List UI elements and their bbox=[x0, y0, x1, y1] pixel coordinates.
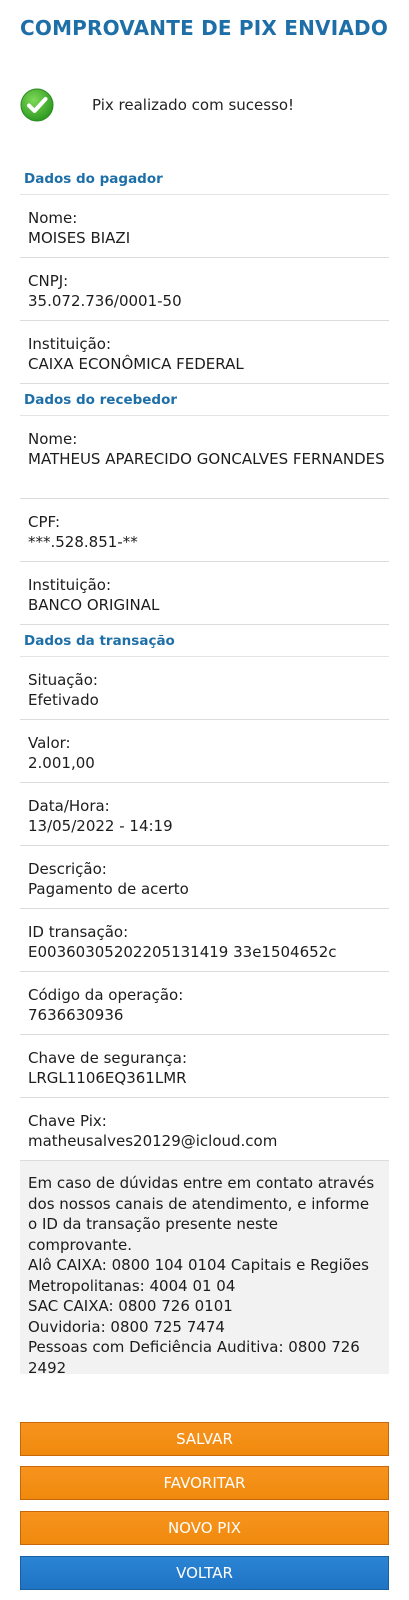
field-value: matheusalves20129@icloud.com bbox=[28, 1132, 278, 1150]
field-pagador-nome: Nome: MOISES BIAZI bbox=[20, 195, 389, 258]
field-label: Data/Hora: bbox=[28, 797, 110, 815]
info-line-acessibilidade: Pessoas com Deficiência Auditiva: 0800 7… bbox=[28, 1338, 360, 1377]
page-title: COMPROVANTE DE PIX ENVIADO bbox=[20, 16, 389, 40]
field-recebedor-instituicao: Instituição: BANCO ORIGINAL bbox=[20, 562, 389, 625]
field-descricao: Descrição: Pagamento de acerto bbox=[20, 846, 389, 909]
field-label: Nome: bbox=[28, 430, 78, 448]
field-pagador-instituicao: Instituição: CAIXA ECONÔMICA FEDERAL bbox=[20, 321, 389, 384]
field-chave-pix: Chave Pix: matheusalves20129@icloud.com bbox=[20, 1098, 389, 1161]
info-box: Em caso de dúvidas entre em contato atra… bbox=[20, 1161, 389, 1377]
field-value: BANCO ORIGINAL bbox=[28, 596, 160, 614]
field-value: 7636630936 bbox=[28, 1006, 124, 1024]
field-label: CPF: bbox=[28, 513, 61, 531]
field-pagador-cnpj: CNPJ: 35.072.736/0001-50 bbox=[20, 258, 389, 321]
field-value: 13/05/2022 - 14:19 bbox=[28, 817, 173, 835]
check-circle-icon bbox=[20, 88, 54, 122]
field-label: Instituição: bbox=[28, 335, 112, 353]
field-label: CNPJ: bbox=[28, 272, 69, 290]
favorite-button[interactable]: FAVORITAR bbox=[20, 1466, 389, 1500]
field-recebedor-nome: Nome: MATHEUS APARECIDO GONCALVES FERNAN… bbox=[20, 416, 389, 499]
field-value: ***.528.851-** bbox=[28, 533, 138, 551]
field-value: MATHEUS APARECIDO GONCALVES FERNANDES bbox=[28, 450, 385, 468]
field-value: Efetivado bbox=[28, 691, 99, 709]
field-label: Valor: bbox=[28, 734, 71, 752]
success-message-row: Pix realizado com sucesso! bbox=[20, 88, 294, 122]
field-label: Nome: bbox=[28, 209, 78, 227]
section-title-pagador: Dados do pagador bbox=[20, 163, 389, 195]
field-label: Chave de segurança: bbox=[28, 1049, 187, 1067]
field-label: Descrição: bbox=[28, 860, 107, 878]
field-value: CAIXA ECONÔMICA FEDERAL bbox=[28, 355, 244, 373]
field-value: 2.001,00 bbox=[28, 754, 95, 772]
field-value: E00360305202205131419 33e1504652c bbox=[28, 943, 337, 961]
info-line-alo-caixa: Alô CAIXA: 0800 104 0104 Capitais e Regi… bbox=[28, 1256, 369, 1295]
field-id-transacao: ID transação: E00360305202205131419 33e1… bbox=[20, 909, 389, 972]
info-line-ouvidoria: Ouvidoria: 0800 725 7474 bbox=[28, 1317, 225, 1336]
field-codigo-operacao: Código da operação: 7636630936 bbox=[20, 972, 389, 1035]
field-situacao: Situação: Efetivado bbox=[20, 657, 389, 720]
field-value: LRGL1106EQ361LMR bbox=[28, 1069, 187, 1087]
field-label: Situação: bbox=[28, 671, 98, 689]
field-value: 35.072.736/0001-50 bbox=[28, 292, 182, 310]
field-value: MOISES BIAZI bbox=[28, 229, 131, 247]
info-text: Em caso de dúvidas entre em contato atra… bbox=[28, 1174, 375, 1254]
field-label: Chave Pix: bbox=[28, 1112, 107, 1130]
field-label: Código da operação: bbox=[28, 986, 184, 1004]
new-pix-button[interactable]: NOVO PIX bbox=[20, 1511, 389, 1545]
field-label: Instituição: bbox=[28, 576, 112, 594]
section-title-transacao: Dados da transação bbox=[20, 625, 389, 657]
field-chave-seguranca: Chave de segurança: LRGL1106EQ361LMR bbox=[20, 1035, 389, 1098]
field-recebedor-cpf: CPF: ***.528.851-** bbox=[20, 499, 389, 562]
field-value: Pagamento de acerto bbox=[28, 880, 189, 898]
back-button[interactable]: VOLTAR bbox=[20, 1556, 389, 1590]
field-valor: Valor: 2.001,00 bbox=[20, 720, 389, 783]
success-message: Pix realizado com sucesso! bbox=[92, 96, 295, 114]
section-title-recebedor: Dados do recebedor bbox=[20, 384, 389, 416]
field-data-hora: Data/Hora: 13/05/2022 - 14:19 bbox=[20, 783, 389, 846]
info-line-sac: SAC CAIXA: 0800 726 0101 bbox=[28, 1297, 233, 1315]
save-button[interactable]: SALVAR bbox=[20, 1422, 389, 1456]
receipt-content: Dados do pagador Nome: MOISES BIAZI CNPJ… bbox=[20, 163, 389, 1377]
field-label: ID transação: bbox=[28, 923, 129, 941]
